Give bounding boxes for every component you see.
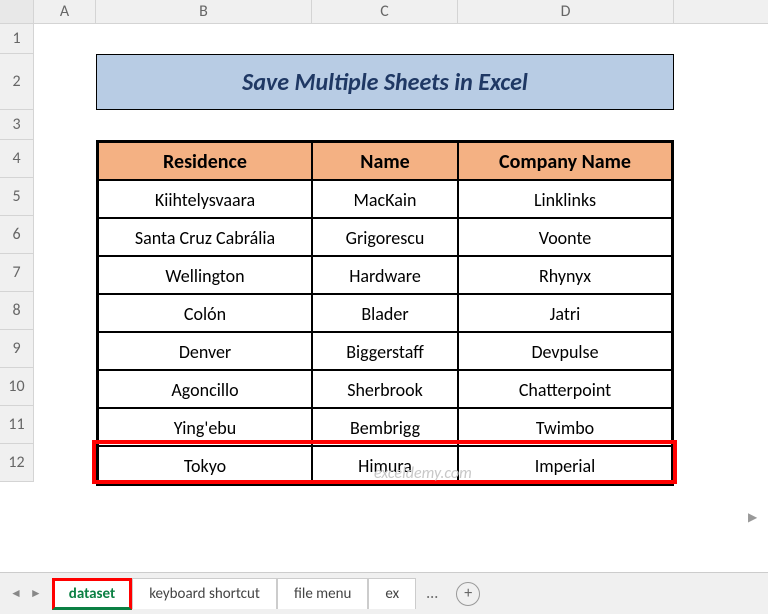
new-sheet-button[interactable]: +: [456, 582, 480, 606]
col-header-c[interactable]: C: [312, 0, 458, 23]
title-cell[interactable]: Save Multiple Sheets in Excel: [96, 54, 674, 110]
cell[interactable]: Biggerstaff: [312, 332, 458, 370]
cell[interactable]: Kiihtelysvaara: [98, 180, 312, 218]
table-row: Agoncillo Sherbrook Chatterpoint: [98, 370, 672, 408]
cell[interactable]: Sherbrook: [312, 370, 458, 408]
cell[interactable]: Denver: [98, 332, 312, 370]
row-header-6[interactable]: 6: [0, 216, 34, 254]
header-name[interactable]: Name: [312, 142, 458, 180]
row-header-4[interactable]: 4: [0, 140, 34, 178]
tab-keyboard-shortcut[interactable]: keyboard shortcut: [132, 578, 277, 609]
cell[interactable]: Devpulse: [458, 332, 672, 370]
row-header-5[interactable]: 5: [0, 178, 34, 216]
cell[interactable]: Grigorescu: [312, 218, 458, 256]
cell[interactable]: Blader: [312, 294, 458, 332]
table-row: Kiihtelysvaara MacKain Linklinks: [98, 180, 672, 218]
table-row: Denver Biggerstaff Devpulse: [98, 332, 672, 370]
cell[interactable]: Hardware: [312, 256, 458, 294]
cell[interactable]: Colón: [98, 294, 312, 332]
tab-dataset[interactable]: dataset: [52, 578, 132, 610]
cell[interactable]: Linklinks: [458, 180, 672, 218]
col-header-a[interactable]: A: [34, 0, 96, 23]
cell[interactable]: Agoncillo: [98, 370, 312, 408]
cell[interactable]: Santa Cruz Cabrália: [98, 218, 312, 256]
col-header-b[interactable]: B: [96, 0, 312, 23]
table-row: Wellington Hardware Rhynyx: [98, 256, 672, 294]
cell[interactable]: Ying'ebu: [98, 408, 312, 446]
cell[interactable]: Imperial: [458, 446, 672, 484]
row-header-1[interactable]: 1: [0, 24, 34, 54]
row-header-9[interactable]: 9: [0, 330, 34, 368]
table-row: Colón Blader Jatri: [98, 294, 672, 332]
table-header-row: Residence Name Company Name: [98, 142, 672, 180]
row-headers: 1 2 3 4 5 6 7 8 9 10 11 12: [0, 24, 34, 482]
cell[interactable]: MacKain: [312, 180, 458, 218]
header-company[interactable]: Company Name: [458, 142, 672, 180]
cell[interactable]: Tokyo: [98, 446, 312, 484]
cell[interactable]: Chatterpoint: [458, 370, 672, 408]
cell[interactable]: Voonte: [458, 218, 672, 256]
row-header-2[interactable]: 2: [0, 54, 34, 110]
cell[interactable]: Rhynyx: [458, 256, 672, 294]
column-headers: A B C D: [0, 0, 768, 24]
table-row: Tokyo Himura Imperial: [98, 446, 672, 484]
cell[interactable]: Jatri: [458, 294, 672, 332]
tab-ex[interactable]: ex: [368, 578, 416, 609]
select-all-corner[interactable]: [0, 0, 34, 23]
data-table: Residence Name Company Name Kiihtelysvaa…: [96, 140, 674, 486]
cell[interactable]: Himura: [312, 446, 458, 484]
cell[interactable]: Bembrigg: [312, 408, 458, 446]
table-row: Santa Cruz Cabrália Grigorescu Voonte: [98, 218, 672, 256]
row-header-8[interactable]: 8: [0, 292, 34, 330]
header-residence[interactable]: Residence: [98, 142, 312, 180]
row-header-7[interactable]: 7: [0, 254, 34, 292]
spreadsheet-grid: A B C D 1 2 3 4 5 6 7 8 9 10 11 12 Save …: [0, 0, 768, 570]
row-header-11[interactable]: 11: [0, 406, 34, 444]
row-header-10[interactable]: 10: [0, 368, 34, 406]
row-header-3[interactable]: 3: [0, 110, 34, 140]
tab-file-menu[interactable]: file menu: [277, 578, 368, 609]
tab-prev-icon[interactable]: ◄: [10, 586, 22, 601]
tab-more[interactable]: ...: [416, 578, 448, 609]
col-header-d[interactable]: D: [458, 0, 674, 23]
table-row: Ying'ebu Bembrigg Twimbo: [98, 408, 672, 446]
tab-nav-arrows: ◄ ►: [0, 586, 52, 601]
row-header-12[interactable]: 12: [0, 444, 34, 482]
sheet-tab-bar: ◄ ► dataset keyboard shortcut file menu …: [0, 572, 768, 614]
cell[interactable]: Twimbo: [458, 408, 672, 446]
cell[interactable]: Wellington: [98, 256, 312, 294]
scroll-right-icon[interactable]: ▶: [748, 510, 762, 524]
tab-next-icon[interactable]: ►: [30, 586, 42, 601]
